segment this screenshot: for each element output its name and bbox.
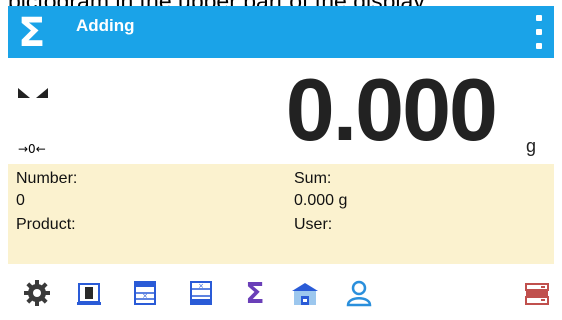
sum-label: Sum:: [294, 170, 332, 187]
svg-text:×: ×: [142, 292, 148, 300]
weight-unit: g: [525, 136, 536, 156]
sum-value: 0.000 g: [294, 192, 348, 209]
printer-button[interactable]: [522, 278, 552, 308]
warehouse-icon: [292, 283, 318, 305]
svg-text:×: ×: [198, 282, 204, 290]
database-icon: ×: [134, 281, 156, 305]
settings-button[interactable]: [22, 278, 52, 308]
gear-icon: [24, 280, 50, 306]
menu-more-icon[interactable]: [534, 15, 544, 49]
database-add-icon: ×: [190, 281, 212, 305]
user-label: User:: [294, 216, 333, 233]
sigma-logo-icon: Σ: [18, 10, 46, 56]
number-label: Number:: [16, 170, 78, 187]
tare-button[interactable]: [74, 278, 104, 308]
number-value: 0: [16, 192, 25, 209]
stable-indicator-icon: [18, 88, 48, 98]
tare-icon: [77, 283, 101, 305]
sigma-icon: Σ: [245, 276, 265, 310]
weight-value: 0.000: [285, 60, 498, 159]
user-button[interactable]: [344, 278, 374, 308]
product-label: Product:: [16, 216, 76, 233]
database-button[interactable]: ×: [130, 278, 160, 308]
header-bar: Σ Adding: [8, 6, 554, 58]
toolbar: × × Σ: [8, 264, 554, 320]
warehouse-button[interactable]: [290, 278, 320, 308]
header-title: Adding: [76, 16, 135, 35]
info-panel: Number: 0 Product: Sum: 0.000 g User:: [8, 164, 554, 264]
weight-display: →0← 0.000 g: [8, 58, 554, 164]
user-icon: [346, 280, 372, 307]
printer-icon: [525, 283, 549, 305]
sum-button[interactable]: Σ: [240, 276, 270, 310]
zero-indicator: →0←: [18, 142, 46, 156]
database-add-button[interactable]: ×: [186, 278, 216, 308]
